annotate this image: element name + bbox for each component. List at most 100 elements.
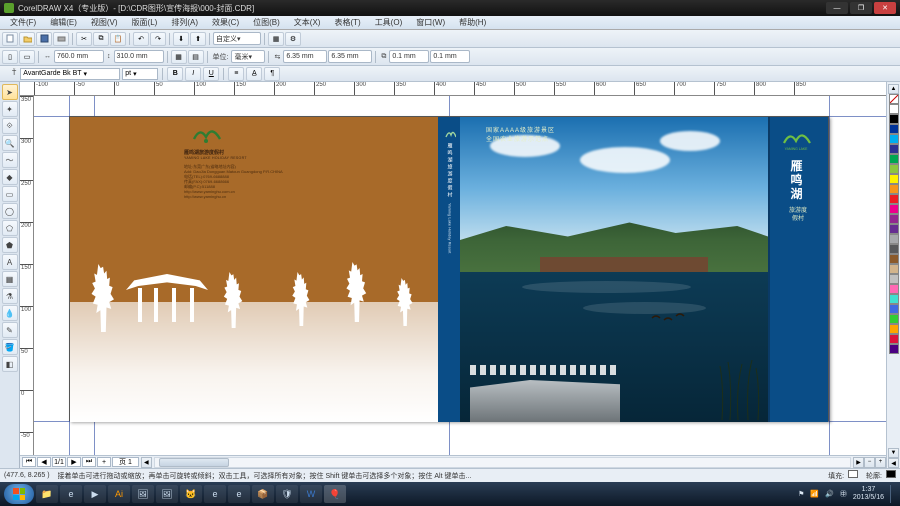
tray-flag-icon[interactable]: ⚑ [798,490,804,498]
ellipse-tool[interactable]: ◯ [2,203,18,219]
tray-lang-icon[interactable]: ㊥ [840,489,847,499]
page-height-field[interactable]: 310.0 mm [114,50,164,63]
show-desktop-button[interactable] [890,485,896,503]
taskbar-ie3-icon[interactable]: e [228,485,250,503]
tray-date[interactable]: 2013/5/16 [853,494,884,502]
tray-volume-icon[interactable]: 🔊 [825,490,834,498]
scrollbar-thumb[interactable] [159,458,229,467]
palette-down-button[interactable]: ▼ [888,448,899,458]
options-button[interactable]: ⚙ [285,32,301,46]
menu-view[interactable]: 视图(V) [85,16,124,29]
tray-network-icon[interactable]: 📶 [810,490,819,498]
color-swatch[interactable] [889,204,899,214]
color-swatch[interactable] [889,194,899,204]
taskbar-ie-icon[interactable]: e [60,485,82,503]
basic-shapes-tool[interactable]: ⬟ [2,237,18,253]
menu-table[interactable]: 表格(T) [328,16,366,29]
crop-tool[interactable]: ⟐ [2,118,18,134]
nudge-y-field[interactable]: 6.35 mm [328,50,372,63]
color-swatch[interactable] [889,284,899,294]
page-last-button[interactable]: ⏭ [82,457,96,467]
undo-button[interactable]: ↶ [133,32,149,46]
menu-edit[interactable]: 编辑(E) [44,16,83,29]
page-first-button[interactable]: ⏮ [22,457,36,467]
taskbar-zip-icon[interactable]: 📦 [252,485,274,503]
font-size-field[interactable]: pt▾ [122,68,158,80]
menu-effects[interactable]: 效果(C) [206,16,245,29]
taskbar-img2-icon[interactable]: 🖼 [156,485,178,503]
page-layout2-button[interactable]: ▤ [188,50,204,64]
align-left-button[interactable]: ≡ [228,67,244,81]
font-family-dropdown[interactable]: AvantGarde Bk BT▾ [20,68,120,80]
zoom-in-button[interactable]: + [875,457,886,468]
scroll-right-button[interactable]: ▶ [853,457,864,468]
horizontal-scrollbar[interactable] [154,457,851,468]
print-button[interactable] [53,32,69,46]
taskbar-app1-icon[interactable]: 🐱 [180,485,202,503]
color-swatch[interactable] [889,304,899,314]
open-button[interactable] [19,32,35,46]
color-swatch[interactable] [889,184,899,194]
polygon-tool[interactable]: ⬠ [2,220,18,236]
new-button[interactable] [2,32,18,46]
eyedropper-tool[interactable]: 💧 [2,305,18,321]
color-swatch[interactable] [889,114,899,124]
taskbar-corel-icon[interactable]: 🎈 [324,485,346,503]
menu-window[interactable]: 窗口(W) [410,16,451,29]
taskbar-word-icon[interactable]: W [300,485,322,503]
interactive-fill-tool[interactable]: ◧ [2,356,18,372]
smart-fill-tool[interactable]: ◆ [2,169,18,185]
menu-layout[interactable]: 版面(L) [126,16,164,29]
menu-arrange[interactable]: 排列(A) [165,16,204,29]
start-button[interactable] [4,484,34,504]
taskbar-shield-icon[interactable]: 🛡 [276,485,298,503]
color-swatch[interactable] [889,124,899,134]
underline-button[interactable]: U [203,67,219,81]
ruler-vertical[interactable]: 350300250200150100500-50 [20,96,34,455]
outline-tool[interactable]: ✎ [2,322,18,338]
taskbar-img1-icon[interactable]: 🖼 [132,485,154,503]
color-swatch[interactable] [889,134,899,144]
interactive-tool[interactable]: ⚗ [2,288,18,304]
maximize-button[interactable]: ❐ [850,2,872,14]
color-swatch[interactable] [889,234,899,244]
menu-tools[interactable]: 工具(O) [369,16,409,29]
page-layout-button[interactable]: ▦ [171,50,187,64]
page-width-field[interactable]: 760.0 mm [54,50,104,63]
taskbar-explorer-icon[interactable]: 📁 [36,485,58,503]
italic-button[interactable]: I [185,67,201,81]
zoom-out-button[interactable]: − [864,457,875,468]
taskbar-ai-icon[interactable]: Ai [108,485,130,503]
dup-y-field[interactable]: 0.1 mm [430,50,470,63]
palette-flyout-button[interactable]: ◀ [888,458,899,468]
close-button[interactable]: ✕ [874,2,896,14]
color-swatch[interactable] [889,334,899,344]
menu-help[interactable]: 帮助(H) [453,16,492,29]
color-swatch[interactable] [889,254,899,264]
char-format-button[interactable]: A̲ [246,67,262,81]
cut-button[interactable]: ✂ [76,32,92,46]
freehand-tool[interactable]: ～ [2,152,18,168]
palette-up-button[interactable]: ▲ [888,84,899,94]
menu-bitmaps[interactable]: 位图(B) [247,16,286,29]
page-add-button[interactable]: + [97,457,111,467]
bold-button[interactable]: B [167,67,183,81]
table-tool[interactable]: ▦ [2,271,18,287]
tray-time[interactable]: 1:37 [853,486,884,494]
color-swatch[interactable] [889,214,899,224]
color-swatch[interactable] [889,244,899,254]
view-dropdown[interactable]: 自定义 ▾ [213,32,261,45]
color-swatch[interactable] [889,144,899,154]
import-button[interactable]: ⬇ [173,32,189,46]
orient-landscape-button[interactable]: ▭ [19,50,35,64]
text-tool[interactable]: A [2,254,18,270]
save-button[interactable] [36,32,52,46]
paste-button[interactable]: 📋 [110,32,126,46]
snap-button[interactable]: ▦ [268,32,284,46]
minimize-button[interactable]: — [826,2,848,14]
color-swatch[interactable] [889,164,899,174]
ruler-horizontal[interactable]: -100-50050100150200250300350400450500550… [20,82,886,96]
color-swatch[interactable] [889,294,899,304]
rectangle-tool[interactable]: ▭ [2,186,18,202]
taskbar-media-icon[interactable]: ▶ [84,485,106,503]
